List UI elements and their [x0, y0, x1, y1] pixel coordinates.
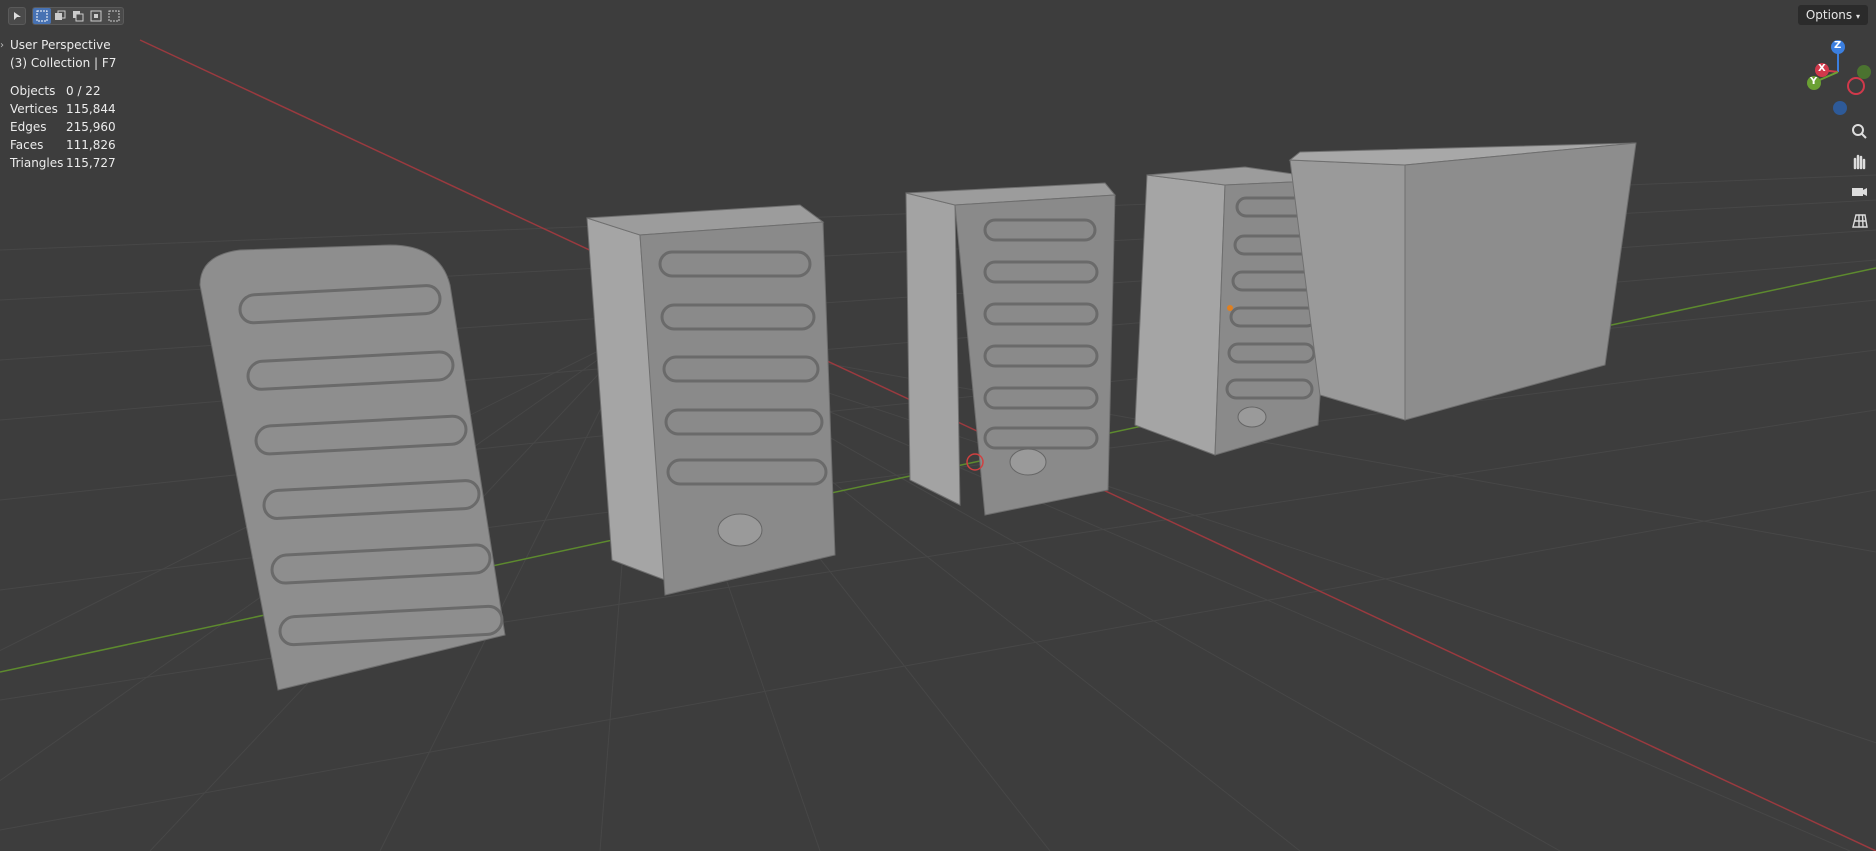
scene-statistics: Objects 0 / 22 Vertices 115,844 Edges 215,9… — [10, 82, 116, 172]
options-dropdown[interactable]: Options ▾ — [1797, 5, 1868, 25]
stat-row: Objects 0 / 22 — [10, 84, 101, 98]
select-subtract-icon — [73, 11, 84, 22]
select-new-icon — [36, 10, 48, 22]
camera-icon[interactable] — [1848, 180, 1870, 202]
viewport-nav-controls — [1848, 120, 1870, 232]
select-new-button[interactable] — [33, 8, 51, 24]
select-extend-icon — [55, 10, 66, 20]
stat-row: Faces 111,826 — [10, 138, 116, 152]
select-extend-button[interactable] — [51, 8, 69, 24]
fridge-model-2 — [586, 204, 836, 596]
zoom-icon[interactable] — [1848, 120, 1870, 142]
select-intersect-button[interactable] — [105, 8, 123, 24]
sidebar-expand-arrow[interactable]: › — [0, 40, 4, 51]
select-tool-button[interactable] — [8, 7, 26, 25]
gizmo-y-label: Y — [1810, 76, 1818, 87]
view-name: User Perspective — [10, 38, 111, 52]
cursor-icon — [14, 12, 21, 20]
stat-row: Vertices 115,844 — [10, 102, 116, 116]
select-subtract-button[interactable] — [69, 8, 87, 24]
select-invert-button[interactable] — [87, 8, 105, 24]
select-intersect-icon — [108, 10, 120, 22]
viewport-overlay-info: User Perspective (3) Collection | F7 — [10, 36, 116, 72]
fridge-model-3 — [905, 182, 1117, 516]
object-origin — [1227, 305, 1233, 311]
pan-hand-icon[interactable] — [1848, 150, 1870, 172]
gizmo-x-label: X — [1818, 63, 1826, 74]
stat-row: Edges 215,960 — [10, 120, 116, 134]
select-invert-icon — [90, 10, 102, 22]
selection-mode-group — [32, 7, 124, 25]
chevron-down-icon: ▾ — [1855, 12, 1860, 21]
grid-view-icon[interactable] — [1848, 210, 1870, 232]
stat-row: Triangles 115,727 — [10, 156, 116, 170]
collection-info: (3) Collection | F7 — [10, 56, 117, 70]
3d-viewport[interactable] — [0, 0, 1876, 851]
gizmo-z-label: Z — [1834, 40, 1842, 51]
viewport-header — [8, 6, 124, 26]
options-label: Options — [1805, 8, 1853, 22]
